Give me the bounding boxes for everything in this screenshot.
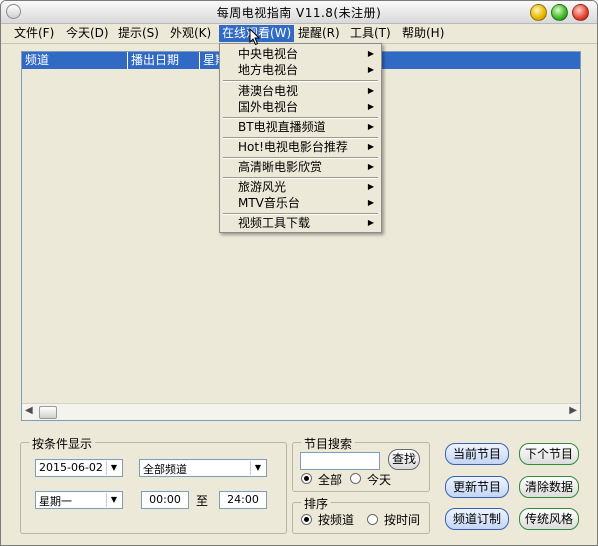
scroll-left-icon[interactable]: ◀: [25, 405, 33, 416]
channel-subscribe-button[interactable]: 频道订制: [445, 508, 509, 530]
menu-item-label: 中央电视台: [238, 47, 299, 61]
menu-tools[interactable]: 工具(T): [347, 25, 394, 42]
channel-select[interactable]: 全部频道 ▼: [139, 459, 267, 477]
search-group-title: 节目搜索: [301, 435, 356, 452]
submenu-arrow-icon: ▶: [367, 162, 374, 171]
time-to-input[interactable]: 24:00: [219, 491, 267, 509]
column-air-date[interactable]: 播出日期: [128, 52, 200, 69]
submenu-arrow-icon: ▶: [367, 49, 374, 58]
clear-data-button[interactable]: 清除数据: [519, 476, 579, 498]
chevron-down-icon[interactable]: ▼: [250, 461, 265, 475]
menu-item-hk-tw-tv[interactable]: 港澳台电视 ▶: [220, 83, 381, 99]
channel-value: 全部频道: [143, 463, 187, 476]
next-program-button[interactable]: 下个节目: [519, 443, 579, 465]
search-input[interactable]: [300, 452, 380, 470]
chevron-down-icon[interactable]: ▼: [106, 493, 121, 507]
search-all-label: 全部: [318, 473, 343, 487]
mouse-cursor-icon: [249, 28, 261, 46]
current-program-button[interactable]: 当前节目: [445, 443, 509, 465]
menu-item-video-tools[interactable]: 视频工具下载 ▶: [220, 215, 381, 231]
menu-item-label: 旅游风光: [238, 180, 287, 194]
radio-sort-channel[interactable]: [301, 514, 312, 525]
menu-item-local-tv[interactable]: 地方电视台 ▶: [220, 62, 381, 78]
update-program-button[interactable]: 更新节目: [445, 476, 509, 498]
submenu-arrow-icon: ▶: [367, 122, 374, 131]
time-from-input[interactable]: 00:00: [141, 491, 189, 509]
submenu-arrow-icon: ▶: [367, 142, 374, 151]
weekday-select[interactable]: 星期一 ▼: [35, 491, 123, 509]
find-button[interactable]: 查找: [388, 449, 420, 470]
submenu-arrow-icon: ▶: [367, 182, 374, 191]
menu-item-label: 高清晰电影欣赏: [238, 160, 323, 174]
radio-search-today[interactable]: [350, 473, 361, 484]
radio-sort-time[interactable]: [367, 514, 378, 525]
submenu-arrow-icon: ▶: [367, 102, 374, 111]
window-title: 每周电视指南 V11.8(未注册): [216, 6, 382, 20]
title-bar[interactable]: 每周电视指南 V11.8(未注册): [1, 1, 597, 24]
menu-item-label: 国外电视台: [238, 100, 299, 114]
scroll-right-icon[interactable]: ▶: [569, 405, 577, 416]
date-value: 2015-06-02: [39, 461, 103, 474]
submenu-arrow-icon: ▶: [367, 65, 374, 74]
menu-reminder[interactable]: 提醒(R): [295, 25, 343, 42]
menu-item-bt-live[interactable]: BT电视直播频道 ▶: [220, 119, 381, 135]
to-label: 至: [196, 494, 209, 508]
menu-today[interactable]: 今天(D): [63, 25, 112, 42]
classic-style-button[interactable]: 传统风格: [519, 508, 579, 530]
close-button[interactable]: [572, 4, 589, 21]
radio-search-all[interactable]: [301, 473, 312, 484]
menu-item-label: Hot!电视电影台推荐: [238, 140, 348, 154]
sort-group: 排序 按频道 按时间: [292, 495, 430, 534]
menu-tips[interactable]: 提示(S): [115, 25, 162, 42]
submenu-arrow-icon: ▶: [367, 86, 374, 95]
menu-item-label: 地方电视台: [238, 63, 299, 77]
horizontal-scrollbar[interactable]: ◀ ▶: [22, 403, 580, 420]
minimize-button[interactable]: [530, 4, 547, 21]
menu-item-travel[interactable]: 旅游风光 ▶: [220, 179, 381, 195]
scroll-thumb[interactable]: [39, 406, 57, 419]
menu-separator: [223, 80, 378, 82]
menu-file[interactable]: 文件(F): [11, 25, 57, 42]
sort-channel-label: 按频道: [318, 513, 355, 527]
menu-item-hd-movies[interactable]: 高清晰电影欣赏 ▶: [220, 159, 381, 175]
submenu-arrow-icon: ▶: [367, 218, 374, 227]
menu-item-label: 港澳台电视: [238, 84, 299, 98]
menu-item-cctv[interactable]: 中央电视台 ▶: [220, 46, 381, 62]
weekday-value: 星期一: [39, 495, 72, 508]
filter-group: 按条件显示 2015-06-02 ▼ 全部频道 ▼ 星期一 ▼ 00:00 至 …: [20, 435, 287, 534]
sort-group-title: 排序: [301, 495, 332, 512]
maximize-button[interactable]: [551, 4, 568, 21]
menu-appearance[interactable]: 外观(K): [167, 25, 214, 42]
menu-help[interactable]: 帮助(H): [399, 25, 447, 42]
main-window: 每周电视指南 V11.8(未注册) 文件(F) 今天(D) 提示(S) 外观(K…: [0, 0, 598, 546]
column-channel[interactable]: 频道: [22, 52, 128, 69]
search-today-label: 今天: [367, 473, 392, 487]
search-group: 节目搜索 查找 全部 今天: [292, 435, 430, 492]
chevron-down-icon[interactable]: ▼: [106, 461, 121, 475]
menu-bar: 文件(F) 今天(D) 提示(S) 外观(K) 在线观看(W) 提醒(R) 工具…: [1, 24, 597, 44]
menu-item-hot-movies[interactable]: Hot!电视电影台推荐 ▶: [220, 139, 381, 155]
submenu-arrow-icon: ▶: [367, 198, 374, 207]
menu-item-label: BT电视直播频道: [238, 120, 326, 134]
menu-item-foreign-tv[interactable]: 国外电视台 ▶: [220, 99, 381, 115]
menu-item-label: MTV音乐台: [238, 196, 300, 210]
sort-time-label: 按时间: [384, 513, 421, 527]
watch-online-dropdown: 中央电视台 ▶ 地方电视台 ▶ 港澳台电视 ▶ 国外电视台 ▶ BT电视直播频道…: [219, 43, 382, 233]
date-picker[interactable]: 2015-06-02 ▼: [35, 459, 123, 477]
menu-item-mtv[interactable]: MTV音乐台 ▶: [220, 195, 381, 211]
menu-item-label: 视频工具下载: [238, 216, 311, 230]
filter-group-title: 按条件显示: [29, 435, 96, 452]
